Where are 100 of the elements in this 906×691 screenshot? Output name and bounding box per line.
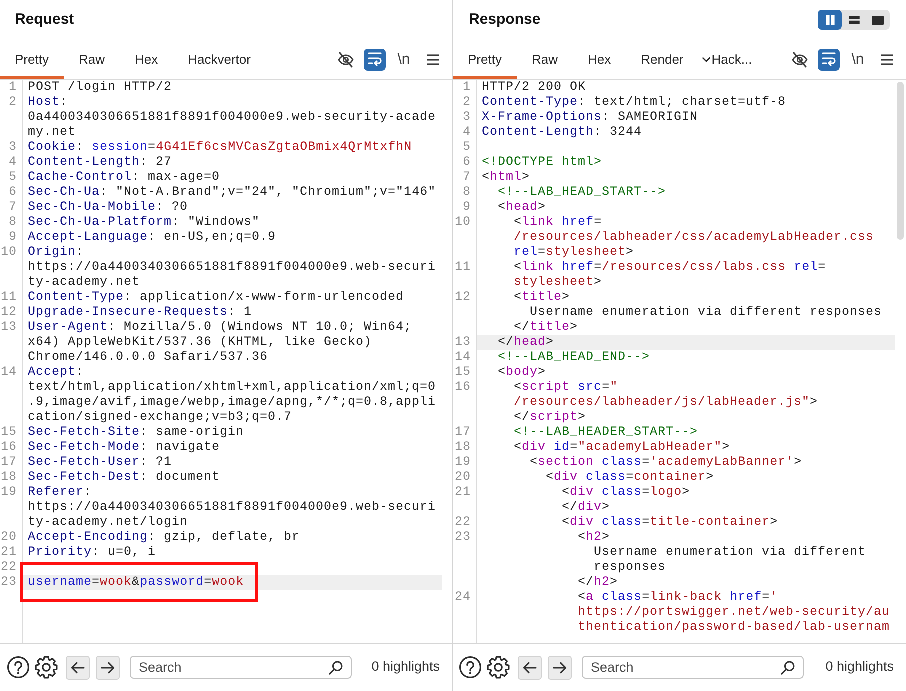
code-line: <section class='academyLabBanner'> bbox=[530, 455, 803, 470]
newline-toggle[interactable]: \n bbox=[393, 48, 415, 70]
search-field[interactable]: Search bbox=[582, 656, 804, 679]
forward-button[interactable] bbox=[96, 656, 120, 680]
filled-rectangle-icon[interactable] bbox=[872, 16, 884, 24]
code-line: <html> bbox=[482, 170, 531, 185]
tab[interactable]: Hex bbox=[120, 40, 174, 79]
back-button[interactable] bbox=[518, 656, 542, 680]
tab[interactable]: Hackvertor bbox=[173, 40, 266, 79]
line-number: 9 bbox=[462, 200, 472, 215]
line-number: 15 bbox=[0, 425, 18, 440]
line-number: 16 bbox=[454, 380, 472, 396]
line-number: 18 bbox=[454, 440, 472, 455]
tab[interactable]: Hex bbox=[572, 40, 626, 79]
code-line: <!--LAB_HEAD_END--> bbox=[498, 350, 651, 365]
tab[interactable]: Raw bbox=[64, 40, 120, 79]
code-line: Sec-Fetch-Site: same-origin bbox=[28, 425, 245, 440]
line-number: 5 bbox=[8, 170, 18, 185]
code-line: <!--LAB_HEAD_START--> bbox=[498, 185, 667, 200]
two-columns-icon[interactable] bbox=[826, 15, 834, 25]
line-number: 10 bbox=[454, 215, 472, 231]
highlight-count: 0 highlights bbox=[826, 658, 894, 676]
code-line: Cache-Control: max-age=0 bbox=[28, 170, 221, 185]
line-number: 20 bbox=[0, 530, 18, 545]
code-line: Accept-Language: en-US,en;q=0.9 bbox=[28, 230, 277, 245]
code-line: Username enumeration via different responses bbox=[594, 545, 867, 575]
wrap-lines-icon[interactable] bbox=[368, 52, 382, 67]
line-number: 4 bbox=[462, 125, 472, 140]
help-icon[interactable] bbox=[7, 656, 30, 679]
code-line: Sec-Ch-Ua: "Not-A.Brand";v="24", "Chromium";v="146" bbox=[28, 185, 437, 200]
code-line: </script> bbox=[514, 410, 587, 425]
settings-icon[interactable] bbox=[487, 656, 510, 679]
wrap-toggle[interactable] bbox=[364, 48, 386, 70]
search-icon[interactable] bbox=[329, 660, 343, 674]
line-number: 3 bbox=[8, 140, 18, 155]
code-line: Sec-Ch-Ua-Mobile: ?0 bbox=[28, 200, 189, 215]
line-number: 14 bbox=[0, 365, 18, 381]
code-line: Username enumeration via different responses bbox=[530, 305, 883, 320]
code-line: Upgrade-Insecure-Requests: 1 bbox=[28, 305, 253, 320]
code-line: <script src="/resources/labheader/js/labHeader.js"> bbox=[514, 380, 819, 410]
line-number: 17 bbox=[0, 455, 18, 470]
line-number: 22 bbox=[454, 515, 472, 530]
menu-icon[interactable] bbox=[427, 54, 439, 66]
forward-button[interactable] bbox=[548, 656, 572, 680]
line-number: 11 bbox=[454, 260, 472, 276]
line-number: 23 bbox=[0, 575, 18, 590]
code-line: </div> bbox=[562, 500, 611, 515]
code-line: Content-Length: 27 bbox=[28, 155, 173, 170]
line-number: 19 bbox=[454, 455, 472, 470]
menu-icon[interactable] bbox=[881, 54, 893, 66]
line-number: 8 bbox=[8, 215, 18, 230]
line-number: 16 bbox=[0, 440, 18, 455]
line-number: 20 bbox=[454, 470, 472, 485]
two-rows-icon[interactable] bbox=[848, 16, 860, 24]
chevron-down-icon[interactable] bbox=[702, 56, 711, 62]
line-number: 24 bbox=[454, 590, 472, 606]
tab[interactable]: Hack... bbox=[698, 40, 768, 79]
line-number: 21 bbox=[454, 485, 472, 501]
code-line: <h2> bbox=[578, 530, 611, 545]
code-line: Sec-Fetch-Mode: navigate bbox=[28, 440, 221, 455]
code-line: <!DOCTYPE html> bbox=[482, 155, 603, 170]
pane-title: Request bbox=[15, 11, 74, 29]
tab[interactable]: Render bbox=[626, 40, 699, 79]
line-number: 4 bbox=[8, 155, 18, 170]
code-line: Priority: u=0, i bbox=[28, 545, 157, 560]
code-line: X-Frame-Options: SAMEORIGIN bbox=[482, 110, 699, 125]
line-number: 1 bbox=[8, 80, 18, 95]
left-arrow-icon bbox=[523, 662, 537, 674]
line-number: 19 bbox=[0, 485, 18, 501]
line-number: 23 bbox=[454, 530, 472, 546]
code-line: <div class=title-container> bbox=[562, 515, 779, 530]
code-line: Content-Length: 3244 bbox=[482, 125, 643, 140]
code-line: Referer: https://0a4400340306651881f8891f004000e9.web-security-academy.net/login bbox=[28, 485, 437, 530]
newline-toggle[interactable]: \n bbox=[847, 48, 869, 70]
scrollbar-thumb[interactable] bbox=[897, 82, 904, 240]
wrap-toggle[interactable] bbox=[818, 48, 840, 70]
code-line: <a class=link-back href='https://portswigger.net/web-security/authentication/password-based/lab-usernam bbox=[578, 590, 891, 635]
code-line: Accept: text/html,application/xhtml+xml,application/xml;q=0.9,image/avif,image/webp,image/apng,*/*;q=0.8,application/signed-exchange;v=b3;q=0.7 bbox=[28, 365, 437, 425]
search-icon[interactable] bbox=[781, 660, 795, 674]
line-number: 22 bbox=[0, 560, 18, 575]
tab[interactable]: Raw bbox=[516, 40, 573, 79]
back-button[interactable] bbox=[66, 656, 90, 680]
line-number: 2 bbox=[462, 95, 472, 110]
line-number: 11 bbox=[0, 290, 18, 305]
settings-icon[interactable] bbox=[35, 656, 58, 679]
line-number: 12 bbox=[454, 290, 472, 306]
highlight-count: 0 highlights bbox=[372, 658, 440, 676]
code-line: </head> bbox=[498, 335, 555, 350]
help-icon[interactable] bbox=[459, 656, 482, 679]
pane-title: Response bbox=[469, 11, 541, 29]
wrap-lines-icon[interactable] bbox=[822, 52, 836, 67]
line-number: 1 bbox=[462, 80, 472, 95]
code-line: POST /login HTTP/2 bbox=[28, 80, 173, 95]
code-line: <head> bbox=[498, 200, 547, 215]
line-number: 7 bbox=[462, 170, 472, 185]
line-number: 18 bbox=[0, 470, 18, 485]
search-field[interactable]: Search bbox=[130, 656, 352, 679]
code-line: <div class=logo> bbox=[562, 485, 691, 500]
right-arrow-icon bbox=[101, 662, 115, 674]
side-by-side-layout-button[interactable] bbox=[818, 10, 842, 30]
